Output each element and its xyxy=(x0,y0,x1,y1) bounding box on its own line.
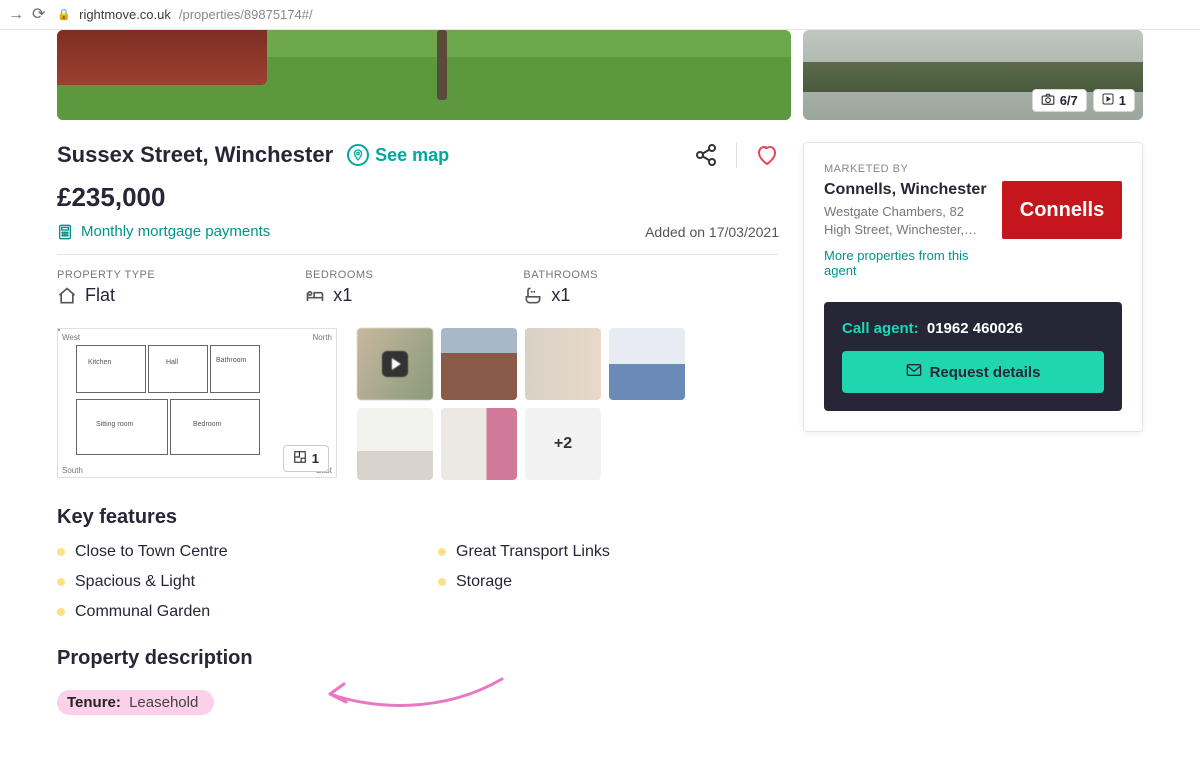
hero-side-photo[interactable]: 6/7 1 xyxy=(803,30,1143,120)
floorplan-icon xyxy=(293,450,307,467)
thumb-video[interactable] xyxy=(357,328,433,400)
envelope-icon xyxy=(906,363,922,381)
url-path: /properties/89875174#/ xyxy=(179,7,313,22)
agent-address: Westgate Chambers, 82 High Street, Winch… xyxy=(824,203,990,238)
mortgage-link[interactable]: Monthly mortgage payments xyxy=(57,223,270,240)
bed-icon xyxy=(305,286,325,306)
feature-item: Close to Town Centre xyxy=(57,543,398,561)
feature-item: Storage xyxy=(438,573,779,591)
thumb-photo[interactable] xyxy=(441,328,517,400)
browser-toolbar: → ⟳ 🔒 rightmove.co.uk/properties/8987517… xyxy=(0,0,1200,30)
url-domain: rightmove.co.uk xyxy=(79,7,171,22)
video-count-badge[interactable]: 1 xyxy=(1093,89,1135,112)
agent-card: MARKETED BY Connells, Winchester Westgat… xyxy=(803,142,1143,432)
floorplan[interactable]: West North South East Kitchen Hall Bathr… xyxy=(57,328,337,480)
feature-item: Great Transport Links xyxy=(438,543,779,561)
play-icon xyxy=(1102,93,1114,108)
agent-name: Connells, Winchester xyxy=(824,181,990,199)
agent-more-link[interactable]: More properties from this agent xyxy=(824,248,990,278)
call-agent[interactable]: Call agent: 01962 460026 xyxy=(842,320,1104,337)
lock-icon: 🔒 xyxy=(57,8,71,21)
thumb-photo[interactable] xyxy=(525,328,601,400)
thumb-more[interactable]: +2 xyxy=(525,408,601,480)
fact-bedrooms: BEDROOMS x1 xyxy=(305,269,373,306)
floorplan-count-button[interactable]: 1 xyxy=(283,445,329,472)
property-description-heading: Property description xyxy=(57,647,779,670)
thumb-photo[interactable] xyxy=(357,408,433,480)
hero-main-photo[interactable] xyxy=(57,30,791,120)
map-pin-icon xyxy=(347,144,369,166)
request-details-button[interactable]: Request details xyxy=(842,351,1104,393)
feature-item: Communal Garden xyxy=(57,603,398,621)
divider xyxy=(736,142,737,168)
save-heart-icon[interactable] xyxy=(755,143,779,167)
key-features-heading: Key features xyxy=(57,506,779,529)
address-bar[interactable]: 🔒 rightmove.co.uk/properties/89875174#/ xyxy=(57,7,312,22)
share-icon[interactable] xyxy=(694,143,718,167)
added-date: Added on 17/03/2021 xyxy=(645,224,779,240)
marketed-by-label: MARKETED BY xyxy=(824,163,1122,175)
house-icon xyxy=(57,286,77,306)
tenure-row: Tenure: Leasehold xyxy=(57,690,214,715)
see-map-link[interactable]: See map xyxy=(347,144,449,166)
fact-property-type: PROPERTY TYPE Flat xyxy=(57,269,155,306)
reload-button[interactable]: ⟳ xyxy=(32,7,45,23)
thumb-photo[interactable] xyxy=(609,328,685,400)
photo-count-badge[interactable]: 6/7 xyxy=(1032,89,1087,112)
thumb-photo[interactable] xyxy=(441,408,517,480)
fact-bathrooms: BATHROOMS x1 xyxy=(523,269,598,306)
bath-icon xyxy=(523,286,543,306)
agent-logo: Connells xyxy=(1002,181,1122,239)
camera-icon xyxy=(1041,93,1055,108)
feature-item: Spacious & Light xyxy=(57,573,398,591)
property-address: Sussex Street, Winchester xyxy=(57,142,333,168)
forward-button[interactable]: → xyxy=(8,7,24,23)
calculator-icon xyxy=(57,224,73,240)
annotation-arrow-icon xyxy=(312,669,512,719)
price: £235,000 xyxy=(57,182,779,213)
